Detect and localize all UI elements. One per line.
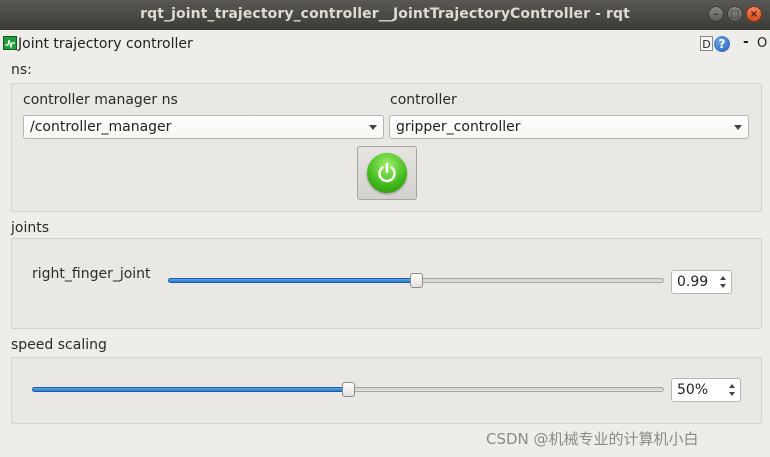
slider-handle[interactable] bbox=[342, 382, 355, 397]
controller-value: gripper_controller bbox=[396, 119, 521, 135]
slider-handle[interactable] bbox=[410, 273, 423, 288]
controller-manager-combo[interactable]: /controller_manager bbox=[23, 115, 384, 139]
controller-manager-value: /controller_manager bbox=[30, 119, 172, 135]
dock-button[interactable]: D bbox=[700, 36, 713, 51]
spin-up-icon[interactable] bbox=[720, 276, 726, 280]
chevron-down-icon bbox=[734, 125, 742, 130]
help-icon[interactable]: ? bbox=[714, 36, 730, 52]
chevron-down-icon bbox=[369, 125, 377, 130]
maximize-button[interactable]: □ bbox=[727, 6, 743, 22]
plugin-header: Joint trajectory controller D ? - O bbox=[0, 32, 770, 56]
joints-label: joints bbox=[11, 220, 50, 236]
power-icon bbox=[367, 153, 407, 193]
plugin-minimize-button[interactable]: - bbox=[743, 34, 749, 50]
speed-slider[interactable] bbox=[32, 382, 664, 398]
speed-scaling-label: speed scaling bbox=[11, 337, 107, 353]
window-controls: – □ × bbox=[708, 6, 762, 22]
controller-combo[interactable]: gripper_controller bbox=[389, 115, 749, 139]
controller-manager-label: controller manager ns bbox=[23, 92, 178, 108]
spin-up-icon[interactable] bbox=[729, 384, 735, 388]
plugin-close-button[interactable]: O bbox=[757, 36, 767, 51]
slider-fill bbox=[168, 278, 416, 283]
watermark: CSDN @机械专业的计算机小白 bbox=[486, 430, 699, 448]
close-button[interactable]: × bbox=[746, 6, 762, 22]
speed-value-spinbox[interactable]: 50% bbox=[671, 378, 741, 402]
slider-fill bbox=[32, 387, 348, 392]
plugin-title: Joint trajectory controller bbox=[18, 36, 193, 52]
joint-name: right_finger_joint bbox=[32, 266, 151, 282]
ns-label: ns: bbox=[11, 62, 32, 78]
plugin-chart-icon bbox=[3, 36, 17, 50]
controller-label: controller bbox=[390, 92, 457, 108]
joint-value-spinbox[interactable]: 0.99 bbox=[671, 270, 732, 294]
spin-down-icon[interactable] bbox=[720, 284, 726, 288]
joint-value: 0.99 bbox=[677, 274, 709, 290]
joint-slider[interactable] bbox=[168, 273, 664, 289]
spin-down-icon[interactable] bbox=[729, 392, 735, 396]
controller-power-button[interactable] bbox=[357, 146, 417, 200]
window-title: rqt_joint_trajectory_controller__JointTr… bbox=[140, 6, 630, 22]
window-titlebar: rqt_joint_trajectory_controller__JointTr… bbox=[0, 0, 770, 30]
speed-value: 50% bbox=[677, 382, 709, 398]
minimize-button[interactable]: – bbox=[708, 6, 724, 22]
